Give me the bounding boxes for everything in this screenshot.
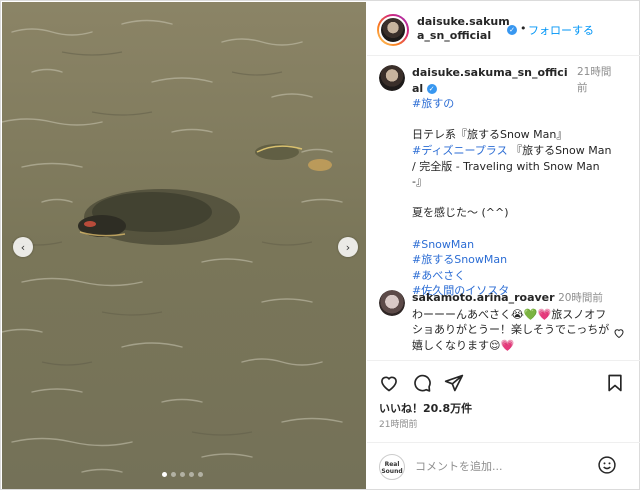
- hashtag[interactable]: #あべさく: [412, 268, 612, 284]
- caption-author-avatar[interactable]: [379, 65, 405, 91]
- carousel-dot: [189, 472, 194, 477]
- chevron-left-icon: ‹: [20, 240, 26, 254]
- carousel-dot: [198, 472, 203, 477]
- caption: daisuke.sakuma_sn_official ✓ 21時間前 #旅すの …: [412, 65, 612, 299]
- comment-input[interactable]: [415, 456, 585, 476]
- author-avatar[interactable]: [377, 14, 409, 46]
- comments-section[interactable]: daisuke.sakuma_sn_official ✓ 21時間前 #旅すの …: [367, 57, 640, 360]
- smiley-icon[interactable]: [597, 455, 617, 478]
- follow-button[interactable]: フォローする: [528, 22, 594, 38]
- commenter-avatar[interactable]: [379, 290, 405, 316]
- hashtag[interactable]: #旅するSnowMan: [412, 252, 612, 268]
- separator-dot: •: [520, 22, 527, 35]
- comment-time: 20時間前: [558, 292, 603, 304]
- carousel-next-button[interactable]: ›: [338, 237, 358, 257]
- logo-text: Sound: [381, 468, 403, 475]
- author-username[interactable]: daisuke.sakuma_sn_official: [417, 15, 517, 43]
- carousel-prev-button[interactable]: ‹: [13, 237, 33, 257]
- comment-text: わーーーんあべさく😭💚💗旅スノオフショありがとうー！楽しそうでこっちが嬉しくなり…: [412, 307, 610, 352]
- verified-badge-icon: ✓: [507, 25, 517, 35]
- bookmark-icon[interactable]: [605, 373, 625, 396]
- carousel-dot: [171, 472, 176, 477]
- paper-plane-icon[interactable]: [444, 373, 464, 396]
- carousel-indicator: [162, 472, 203, 477]
- caption-line: 夏を感じた〜 (^^): [412, 206, 509, 220]
- river-turtle-image: [2, 2, 366, 489]
- comment: sakamoto.arina_roaver 20時間前 わーーーんあべさく😭💚💗…: [412, 290, 614, 353]
- verified-badge-icon: ✓: [426, 83, 437, 94]
- post-photo[interactable]: ‹ ›: [2, 2, 366, 489]
- post-side-panel: daisuke.sakuma_sn_official ✓ • フォローする da…: [367, 2, 640, 489]
- hashtag[interactable]: #SnowMan: [412, 237, 612, 253]
- add-comment-bar: Real Sound: [367, 442, 640, 489]
- realsound-logo: Real Sound: [379, 454, 405, 480]
- like-count[interactable]: いいね！20.8万件: [379, 400, 472, 416]
- chevron-right-icon: ›: [345, 240, 351, 254]
- caption-time: 21時間前: [577, 66, 612, 94]
- logo-text: Real: [384, 461, 400, 468]
- heart-icon[interactable]: [379, 373, 399, 396]
- comment-like-heart-icon[interactable]: [613, 327, 625, 342]
- carousel-dot: [180, 472, 185, 477]
- post-header: daisuke.sakuma_sn_official ✓ • フォローする: [367, 2, 640, 56]
- hashtag[interactable]: #ディズニープラス: [412, 144, 508, 157]
- carousel-dot: [162, 472, 167, 477]
- commenter-username[interactable]: sakamoto.arina_roaver: [412, 291, 555, 304]
- post-modal: ‹ › daisuke.sakuma_sn_official ✓ • フォローす…: [0, 0, 640, 490]
- post-time: 21時間前: [379, 420, 418, 430]
- caption-line: 日テレ系『旅するSnow Man』: [412, 128, 568, 142]
- comment-icon[interactable]: [412, 373, 432, 396]
- hashtag[interactable]: #旅すの: [412, 96, 612, 112]
